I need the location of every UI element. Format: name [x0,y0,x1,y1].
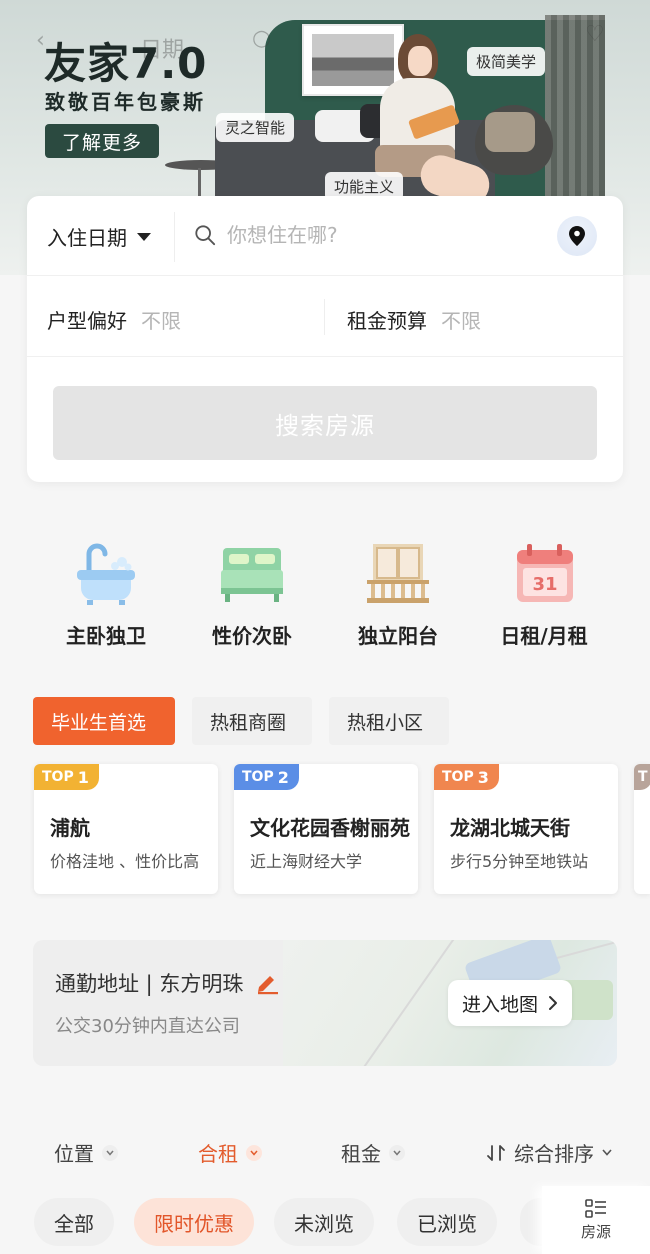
rent-budget-label: 租金预算 [347,309,427,333]
banner-title: 友家7.0 [44,39,208,88]
svg-text:31: 31 [532,574,557,595]
filter-label: 位置 [54,1142,94,1166]
rent-budget-value: 不限 [441,309,481,333]
layout-preference-label: 户型偏好 [47,309,127,333]
rent-budget[interactable]: 租金预算 不限 [347,305,481,334]
top-rank-number: 1 [77,767,89,787]
chevron-down-icon [602,1149,612,1156]
category-label: 日租/月租 [500,624,588,648]
search-input[interactable] [227,218,537,252]
top-rank-number: 2 [277,767,289,787]
chevron-down-icon [246,1144,262,1161]
filter-label: 租金 [341,1142,381,1166]
tab-graduates[interactable]: 毕业生首选 [33,697,175,745]
filter-bar: 位置 合租 租金 综合排序 [0,1130,650,1174]
divider [174,212,175,262]
search-icon [195,225,216,246]
checkin-date-label: 入住日期 [47,226,127,250]
filter-label: 综合排序 [514,1142,594,1166]
layout-preference[interactable]: 户型偏好 不限 [47,305,181,334]
chip-viewed[interactable]: 已浏览 [397,1198,497,1246]
filter-location[interactable]: 位置 [54,1138,118,1167]
top-rank-number: 3 [477,767,489,787]
tab-hot-communities[interactable]: 热租小区 [329,697,449,745]
commute-address-text: 通勤地址 | 东方明珠 [55,972,244,996]
search-row: 入住日期 [27,196,623,276]
commute-subtitle: 公交30分钟内直达公司 [55,1016,240,1037]
enter-map-label: 进入地图 [462,993,539,1016]
category-master-bedroom[interactable]: 主卧独卫 [36,540,176,649]
banner-tag: 灵之智能 [216,113,295,142]
divider [324,299,325,335]
map-road [351,940,457,1066]
location-button[interactable] [557,216,597,256]
bathtub-icon [71,540,141,606]
top-card-name: 文化花园香榭丽苑 [250,816,410,840]
filter-shared-rent[interactable]: 合租 [198,1138,262,1167]
enter-map-button[interactable]: 进入地图 [448,980,573,1026]
top-ranking-list: TOP 1 浦航 价格洼地 、性价比高 TOP 2 文化花园香榭丽苑 近上海财经大学… [0,764,650,896]
balcony-icon [363,540,433,606]
top-badge-text: TOP [42,769,74,785]
learn-more-button[interactable]: 了解更多 [45,124,159,158]
checkin-date-select[interactable]: 入住日期 [47,222,151,251]
top-card[interactable]: TOP 2 文化花园香榭丽苑 近上海财经大学 [234,764,418,894]
caret-down-icon [137,232,151,241]
top-card-desc: 价格洼地 、性价比高 [50,852,200,871]
tab-hot-districts[interactable]: 热租商圈 [192,697,312,745]
banner-tag: 极简美学 [467,47,546,76]
top-rank-badge: TOP 3 [434,764,499,790]
top-card[interactable]: TOP 3 龙湖北城天街 步行5分钟至地铁站 [434,764,618,894]
banner-girl-face [408,46,432,76]
top-rank-badge: T [634,764,650,790]
listings-fab[interactable]: 房源 [542,1186,650,1254]
commute-card[interactable]: 通勤地址 | 东方明珠 公交30分钟内直达公司 进入地图 [33,940,617,1066]
chevron-down-icon [102,1144,118,1161]
banner-subtitle: 致敬百年包豪斯 [45,90,206,114]
commute-address[interactable]: 通勤地址 | 东方明珠 [55,968,279,998]
sort-icon [487,1144,505,1161]
category-second-bedroom[interactable]: 性价次卧 [182,540,322,649]
top-rank-badge: TOP 1 [34,764,99,790]
top-rank-badge: TOP 2 [234,764,299,790]
chip-not-viewed[interactable]: 未浏览 [274,1198,374,1246]
top-card-desc: 步行5分钟至地铁站 [450,852,589,871]
category-grid: 主卧独卫 性价次卧 独立阳台 31 日租/月租 [0,540,650,650]
filter-label: 合租 [198,1142,238,1166]
category-label: 主卧独卫 [66,624,146,648]
category-label: 独立阳台 [358,624,438,648]
bed-icon [217,540,287,606]
chip-all[interactable]: 全部 [34,1198,114,1246]
layout-preference-value: 不限 [141,309,181,333]
chip-limited-offer[interactable]: 限时优惠 [134,1198,254,1246]
list-icon [585,1198,606,1218]
preference-row: 户型偏好 不限 租金预算 不限 [27,277,623,357]
calendar-icon: 31 [509,540,579,606]
category-label: 性价次卧 [212,624,292,648]
filter-sort[interactable]: 综合排序 [486,1138,612,1167]
listings-fab-label: 房源 [580,1222,611,1241]
top-badge-text: TOP [242,769,274,785]
chevron-down-icon [389,1144,405,1161]
banner-cushion [485,112,535,152]
search-card: 入住日期 户型偏好不限 租金预算不限 搜索房源 [27,196,623,482]
top-card[interactable]: T [634,764,650,894]
top-card-desc: 近上海财经大学 [250,852,363,871]
top-card-name: 浦航 [50,816,90,840]
top-card[interactable]: TOP 1 浦航 价格洼地 、性价比高 [34,764,218,894]
edit-icon[interactable] [255,971,279,995]
category-daily-monthly[interactable]: 31 日租/月租 [474,540,614,649]
chevron-right-icon [549,996,558,1010]
top-badge-text: T [638,769,648,785]
top-badge-text: TOP [442,769,474,785]
favorite-heart-icon[interactable]: ♡ [585,22,605,47]
map-pin-icon [569,226,585,246]
category-balcony[interactable]: 独立阳台 [328,540,468,649]
header-search-icon[interactable]: ○ [252,26,271,51]
filter-rent[interactable]: 租金 [341,1138,405,1167]
top-card-name: 龙湖北城天街 [450,816,570,840]
search-listings-button[interactable]: 搜索房源 [53,386,597,460]
